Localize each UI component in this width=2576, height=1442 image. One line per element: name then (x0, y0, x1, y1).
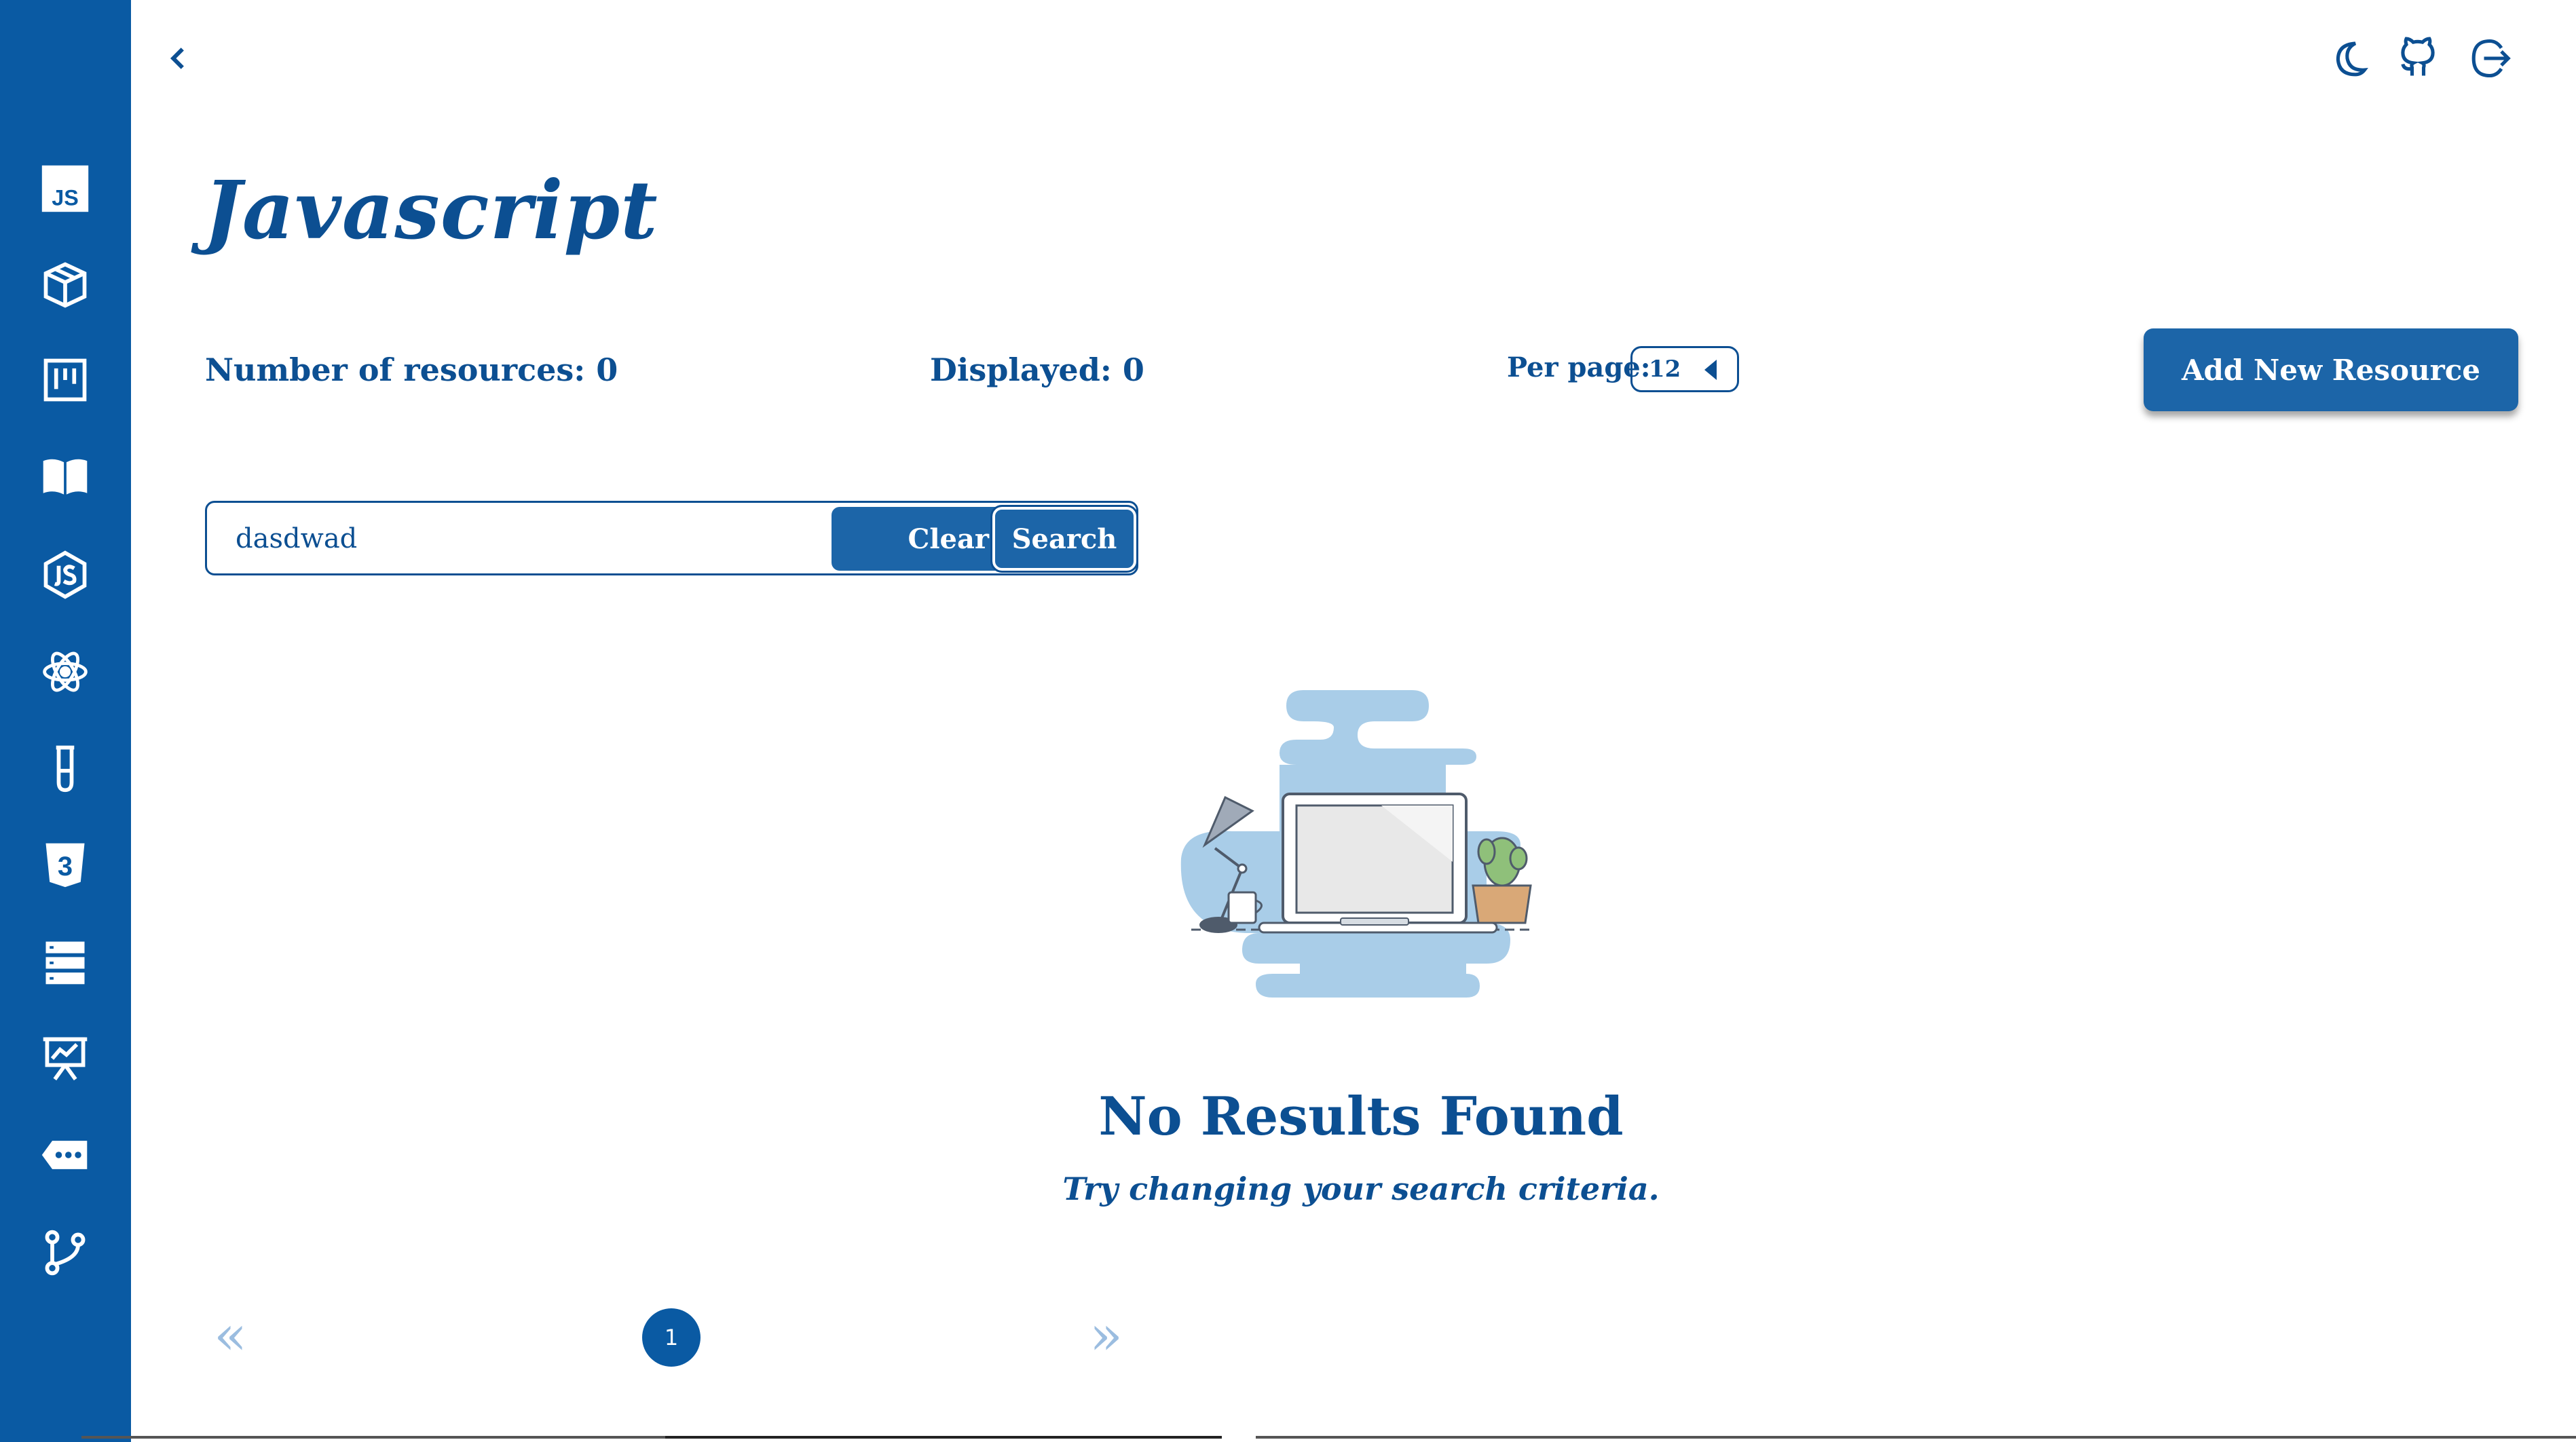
search-input[interactable] (234, 516, 800, 561)
svg-text:JS: JS (52, 186, 79, 210)
clear-button[interactable]: Clear (832, 507, 1008, 571)
sidebar-item-database[interactable] (38, 935, 92, 989)
sidebar-item-nodejs[interactable] (38, 548, 92, 602)
react-icon (43, 651, 88, 692)
js-icon: JS (41, 165, 89, 212)
sidebar-item-css[interactable]: 3 (38, 838, 92, 892)
bottom-scrollbar-thumb[interactable] (665, 1436, 1222, 1439)
resources-count: Number of resources: 0 (205, 352, 618, 388)
sidebar-item-javascript[interactable]: JS (38, 162, 92, 216)
theme-toggle-button[interactable] (2324, 35, 2370, 81)
logout-icon (2471, 39, 2511, 78)
page-title: Javascript (204, 163, 658, 257)
sidebar-item-kanban[interactable] (38, 353, 92, 407)
nodejs-icon (43, 550, 87, 599)
kanban-icon (43, 358, 87, 402)
presentation-icon (43, 1037, 88, 1081)
add-new-resource-button[interactable]: Add New Resource (2144, 328, 2518, 411)
css3-icon: 3 (45, 843, 85, 888)
svg-text:3: 3 (58, 852, 73, 881)
bottom-scrollbar (81, 1436, 665, 1439)
empty-state-title: No Results Found (1098, 1086, 1624, 1147)
sidebar-item-docs[interactable] (38, 449, 92, 504)
chevron-left-icon (170, 48, 184, 69)
github-icon (2401, 37, 2435, 76)
box-icon (43, 262, 87, 308)
per-page-select[interactable]: 12 (1630, 346, 1739, 392)
pagination-page-current[interactable]: 1 (642, 1308, 701, 1367)
sidebar-item-package[interactable] (38, 257, 92, 311)
sidebar: JS 3 (0, 0, 131, 1442)
displayed-count: Displayed: 0 (930, 352, 1144, 388)
sidebar-item-testing[interactable] (38, 741, 92, 795)
sidebar-item-react[interactable] (38, 645, 92, 699)
search-button[interactable]: Search (990, 505, 1138, 573)
logout-button[interactable] (2467, 35, 2513, 81)
pagination-prev[interactable]: « (214, 1308, 247, 1363)
book-icon (43, 459, 88, 495)
test-tube-icon (56, 745, 75, 793)
empty-state-subtitle: Try changing your search criteria. (1062, 1171, 1660, 1207)
empty-state-illustration (1180, 690, 1532, 998)
server-icon (45, 941, 85, 985)
sidebar-item-git[interactable] (38, 1226, 92, 1280)
pagination-next[interactable]: » (1089, 1308, 1123, 1363)
github-button[interactable] (2395, 35, 2441, 81)
per-page-label: Per page: (1507, 352, 1651, 383)
search-bar: Clear Search (205, 501, 1138, 575)
moon-icon (2336, 41, 2368, 77)
bottom-divider (1256, 1436, 2576, 1439)
per-page-value: 12 (1649, 356, 1681, 383)
back-button[interactable] (155, 35, 201, 81)
caret-left-icon (1704, 360, 1717, 380)
git-branch-icon (45, 1230, 86, 1276)
sidebar-item-analytics[interactable] (38, 1031, 92, 1086)
